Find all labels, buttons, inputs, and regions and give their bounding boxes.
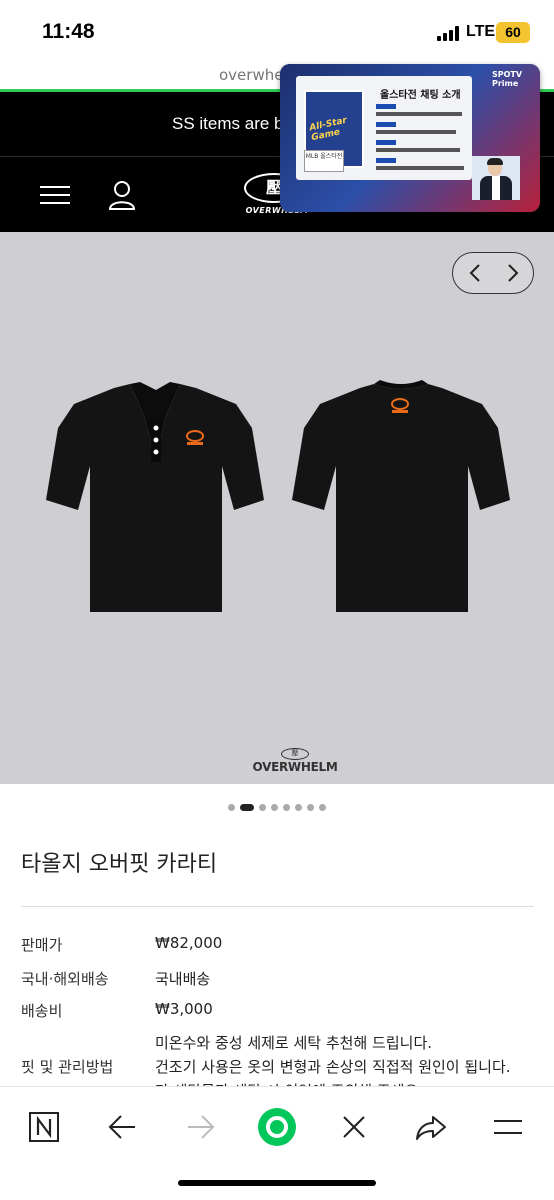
pip-line xyxy=(376,166,464,170)
pip-brand: SPOTV Prime xyxy=(492,70,523,88)
pip-line xyxy=(376,130,456,134)
network-label: LTE xyxy=(466,23,496,40)
care-label: 핏 및 관리방법 xyxy=(21,1058,114,1076)
divider xyxy=(21,906,534,907)
care-line: 미온수와 중성 세제로 세탁 추천해 드립니다. xyxy=(155,1034,433,1052)
menu-icon[interactable] xyxy=(40,184,70,206)
battery-icon: 60 xyxy=(496,22,530,43)
status-time: 11:48 xyxy=(42,20,95,43)
url-text[interactable]: overwhel xyxy=(219,66,288,84)
pip-tag xyxy=(376,158,396,163)
price-value: ₩82,000 xyxy=(155,934,223,952)
status-bar: 11:48 LTE 60 xyxy=(0,0,554,62)
chevron-left-icon[interactable] xyxy=(455,253,495,293)
care-line: 건조기 사용은 옷의 변형과 손상의 직접적 원인이 됩니다. xyxy=(155,1058,511,1076)
home-indicator[interactable] xyxy=(178,1180,376,1186)
product-title: 타올지 오버핏 카라티 xyxy=(21,852,218,877)
pagination-dot[interactable] xyxy=(271,804,278,811)
shipping-type-label: 국내·해외배송 xyxy=(21,970,109,988)
shirt-front-image xyxy=(46,382,264,612)
shirt-back-image xyxy=(292,380,510,612)
pagination-dot[interactable] xyxy=(307,804,314,811)
shipping-type-value: 국내배송 xyxy=(155,970,211,988)
shipping-fee-value: ₩3,000 xyxy=(155,1000,213,1018)
pip-line xyxy=(376,148,460,152)
allstar-card-text: All-Star Game xyxy=(308,115,348,144)
brand-wordmark: OVERWHELM xyxy=(252,760,338,774)
hamburger-icon[interactable] xyxy=(488,1107,528,1147)
pip-tag xyxy=(376,122,396,127)
pagination-dot[interactable] xyxy=(283,804,290,811)
close-icon[interactable] xyxy=(334,1107,374,1147)
share-icon[interactable] xyxy=(411,1107,451,1147)
image-nav-control xyxy=(452,252,534,294)
product-image-carousel[interactable]: 壓 OVERWHELM xyxy=(0,232,554,784)
image-brand-mark: 壓 OVERWHELM xyxy=(250,748,340,774)
back-arrow-icon[interactable] xyxy=(103,1107,143,1147)
pagination-dot[interactable] xyxy=(240,804,254,811)
chevron-right-icon[interactable] xyxy=(493,253,533,293)
pip-panel-title: 올스타전 채팅 소개 xyxy=(380,90,461,101)
forward-arrow-icon[interactable] xyxy=(180,1107,220,1147)
pip-presenter xyxy=(472,156,520,200)
signal-icon xyxy=(437,26,461,41)
pip-info-panel: All-Star Game MLB 올스타전 올스타전 채팅 소개 xyxy=(296,76,472,180)
brand-emblem: 壓 xyxy=(281,748,309,760)
pagination-dot[interactable] xyxy=(319,804,326,811)
pagination-dot[interactable] xyxy=(295,804,302,811)
naver-n-icon[interactable] xyxy=(24,1107,64,1147)
mlb-badge: MLB 올스타전 xyxy=(304,150,344,172)
carousel-pagination[interactable] xyxy=(228,797,331,811)
pip-tag xyxy=(376,104,396,109)
pagination-dot[interactable] xyxy=(228,804,235,811)
pip-video-player[interactable]: All-Star Game MLB 올스타전 올스타전 채팅 소개 SPOTV … xyxy=(280,64,540,212)
shipping-fee-label: 배송비 xyxy=(21,1002,63,1020)
pip-tag xyxy=(376,140,396,145)
green-home-icon[interactable] xyxy=(257,1107,297,1147)
pip-line xyxy=(376,112,462,116)
notice-text: SS items are b xyxy=(172,114,284,133)
user-icon[interactable] xyxy=(108,180,136,210)
pagination-dot[interactable] xyxy=(259,804,266,811)
price-label: 판매가 xyxy=(21,936,63,954)
